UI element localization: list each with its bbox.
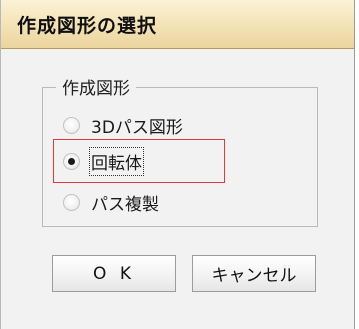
group-label: 作成図形	[56, 74, 136, 99]
dialog-title: 作成図形の選択	[17, 15, 158, 37]
option-3d-path[interactable]: 3Dパス図形	[63, 111, 183, 139]
option-label: 3Dパス図形	[91, 117, 183, 138]
cancel-button[interactable]: キャンセル	[192, 255, 316, 292]
radio-button[interactable]	[63, 116, 80, 134]
radio-button[interactable]	[63, 193, 80, 211]
title-bar: 作成図形の選択	[1, 0, 354, 49]
highlight-annotation	[53, 139, 225, 183]
option-label: パス複製	[91, 194, 159, 215]
ok-button[interactable]: O K	[52, 255, 176, 292]
option-path-duplicate[interactable]: パス複製	[63, 188, 159, 216]
create-shape-dialog: 作成図形の選択 作成図形 3Dパス図形 回転体 パス複製 O K キャンセル	[0, 0, 355, 329]
